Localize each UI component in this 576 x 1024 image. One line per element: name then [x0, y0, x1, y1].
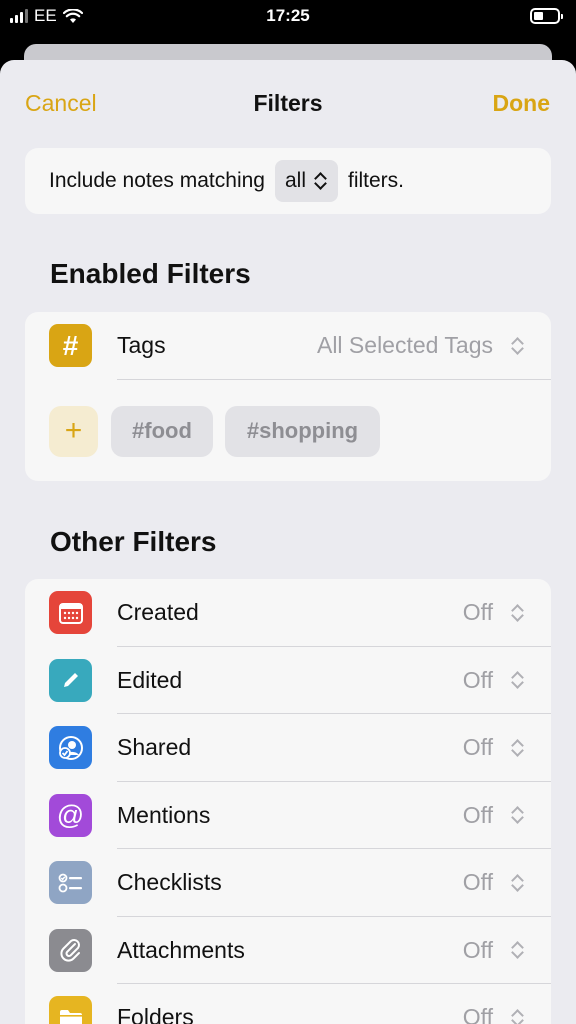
chevron-updown-icon: [509, 939, 525, 961]
page-title: Filters: [253, 90, 323, 116]
hash-icon: #: [49, 324, 92, 367]
chevron-updown-icon: [509, 335, 525, 357]
tags-row[interactable]: # Tags All Selected Tags: [25, 312, 551, 380]
filter-row-attachments[interactable]: Attachments Off: [25, 917, 551, 984]
chevron-updown-icon: [509, 804, 525, 826]
nav-bar: Cancel Filters Done: [0, 60, 576, 150]
selected-tags-row: + #food #shopping: [25, 380, 551, 480]
filters-sheet: Cancel Filters Done Include notes matchi…: [0, 60, 576, 1024]
calendar-icon: [49, 591, 92, 634]
match-mode-value: all: [284, 169, 306, 192]
enabled-filters-title: Enabled Filters: [50, 258, 251, 289]
filter-value: Off: [462, 734, 493, 761]
filter-value: Off: [462, 666, 493, 693]
filter-value: Off: [462, 936, 493, 963]
filter-label: Created: [117, 599, 199, 626]
filter-label: Folders: [117, 1004, 194, 1024]
checklist-icon: [49, 861, 92, 904]
filter-label: Mentions: [117, 801, 211, 828]
other-filters-card: Created Off Edited Off Shared Off @ Ment…: [25, 579, 551, 1024]
filter-value: Off: [462, 801, 493, 828]
enabled-filters-card: # Tags All Selected Tags + #food #shoppi…: [25, 312, 551, 481]
chevron-updown-icon: [312, 170, 328, 192]
match-mode-picker[interactable]: all: [274, 160, 338, 202]
filter-row-mentions[interactable]: @ Mentions Off: [25, 782, 551, 849]
other-filters-title: Other Filters: [50, 526, 217, 557]
tags-label: Tags: [117, 332, 166, 359]
chevron-updown-icon: [509, 602, 525, 624]
match-suffix: filters.: [347, 169, 404, 192]
shared-person-icon: [49, 726, 92, 769]
chevron-updown-icon: [509, 669, 525, 691]
filter-label: Attachments: [117, 936, 245, 963]
paperclip-icon: [49, 928, 92, 972]
chevron-updown-icon: [509, 872, 525, 894]
filter-row-edited[interactable]: Edited Off: [25, 647, 551, 714]
filter-label: Edited: [117, 666, 183, 693]
filter-value: Off: [462, 1004, 493, 1024]
filter-label: Shared: [117, 734, 192, 761]
filter-row-folders[interactable]: Folders Off: [25, 984, 551, 1024]
folder-icon: [49, 996, 92, 1024]
filter-row-created[interactable]: Created Off: [25, 579, 551, 647]
status-bar: EE 17:25: [0, 0, 576, 34]
chevron-updown-icon: [509, 737, 525, 759]
tags-value: All Selected Tags: [316, 332, 493, 359]
tag-chip-food[interactable]: #food: [111, 405, 213, 457]
tag-chip-shopping[interactable]: #shopping: [225, 405, 380, 457]
at-sign-icon: @: [49, 793, 92, 837]
done-button[interactable]: Done: [493, 90, 551, 117]
chevron-updown-icon: [509, 1007, 525, 1024]
filter-row-checklists[interactable]: Checklists Off: [25, 849, 551, 917]
add-tag-button[interactable]: +: [49, 405, 98, 457]
status-time: 17:25: [266, 6, 310, 25]
filter-value: Off: [462, 599, 493, 626]
match-prefix: Include notes matching: [49, 169, 265, 192]
match-mode-card: Include notes matching all filters.: [25, 148, 551, 214]
battery-icon: [530, 8, 563, 24]
filter-row-shared[interactable]: Shared Off: [25, 714, 551, 782]
filter-value: Off: [462, 869, 493, 896]
pencil-icon: [49, 658, 92, 702]
filter-label: Checklists: [117, 869, 222, 896]
